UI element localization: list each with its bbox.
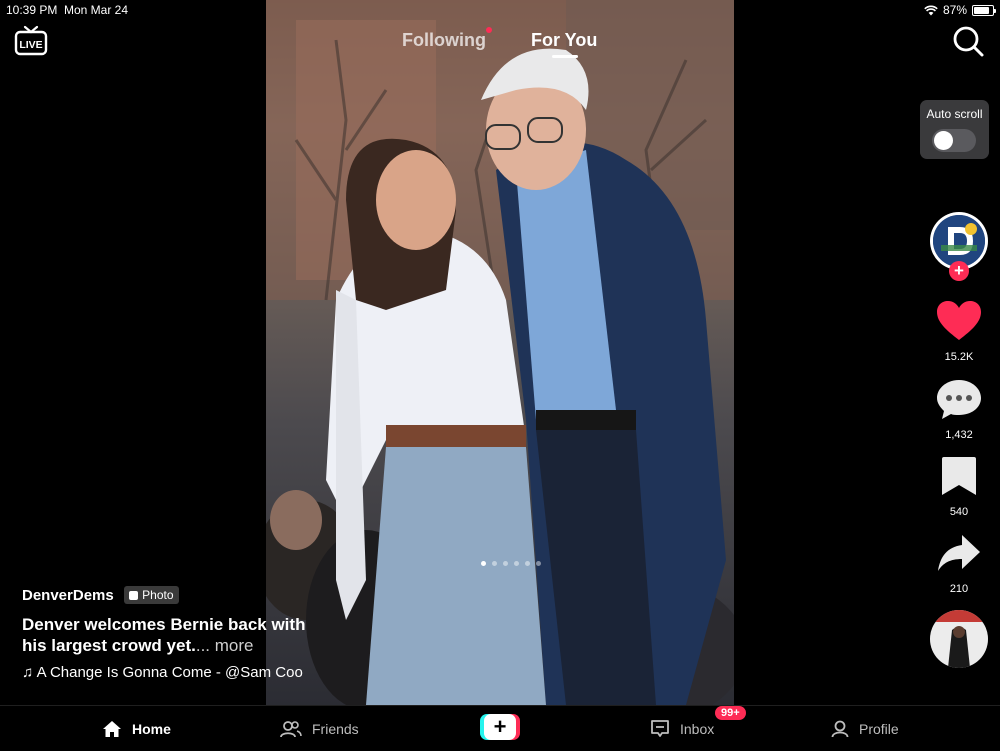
post-description[interactable]: Denver welcomes Bernie back with his lar… <box>22 614 322 656</box>
save-count: 540 <box>949 506 969 518</box>
live-button[interactable]: LIVE <box>14 24 48 58</box>
music-disc[interactable] <box>930 610 988 668</box>
follow-plus-button[interactable]: + <box>949 261 969 281</box>
inbox-icon <box>651 719 669 737</box>
nav-friends[interactable]: Friends <box>280 706 359 751</box>
status-time: 10:39 PM <box>6 3 58 17</box>
carousel-dot <box>481 561 486 566</box>
battery-icon <box>972 4 996 16</box>
following-notification-dot <box>486 27 492 33</box>
avatar-image <box>933 215 985 267</box>
photo-badge: Photo <box>124 586 179 604</box>
carousel-dot <box>492 561 497 566</box>
caption-header: DenverDems Photo <box>22 586 322 604</box>
friends-icon <box>280 720 302 737</box>
auto-scroll-label: Auto scroll <box>926 107 983 121</box>
create-button[interactable]: + <box>480 714 520 740</box>
carousel-dot <box>503 561 508 566</box>
auto-scroll-toggle[interactable] <box>932 129 976 152</box>
nav-home-label: Home <box>132 720 171 737</box>
plus-icon: + <box>484 714 516 740</box>
battery-percent: 87% <box>942 3 967 17</box>
bookmark-icon <box>942 457 976 495</box>
tab-following[interactable]: Following <box>402 30 486 51</box>
heart-icon <box>937 301 981 340</box>
carousel-dot <box>536 561 541 566</box>
photo-illustration <box>266 0 734 705</box>
status-date: Mon Mar 24 <box>64 3 129 17</box>
comment-icon <box>937 380 981 419</box>
live-tv-icon: LIVE <box>14 25 48 56</box>
search-button[interactable] <box>951 24 985 58</box>
music-info[interactable]: ♫ A Change Is Gonna Come - @Sam Coo <box>22 664 322 681</box>
home-icon <box>103 720 121 737</box>
music-title: A Change Is Gonna Come - @Sam Coo <box>36 664 303 682</box>
nav-profile-label: Profile <box>859 720 899 737</box>
denver-dems-logo-icon <box>933 215 985 267</box>
nav-profile[interactable]: Profile <box>831 706 899 751</box>
comment-button[interactable]: 1,432 <box>930 378 988 441</box>
post-photo[interactable] <box>266 0 734 705</box>
wifi-icon <box>924 4 938 15</box>
nav-inbox-label: Inbox <box>680 720 715 737</box>
inbox-badge: 99+ <box>715 706 746 720</box>
toggle-knob <box>934 131 953 150</box>
live-label: LIVE <box>19 39 42 51</box>
active-tab-indicator <box>552 55 578 58</box>
more-link[interactable]: ... more <box>196 636 254 655</box>
nav-friends-label: Friends <box>312 720 359 737</box>
search-icon <box>953 26 984 57</box>
bottom-nav: Home Friends + Inbox 99+ Profile <box>0 705 1000 751</box>
post-caption: DenverDems Photo Denver welcomes Bernie … <box>22 586 322 681</box>
status-right: 87% <box>924 3 996 17</box>
carousel-dot <box>525 561 530 566</box>
save-button[interactable]: 540 <box>930 455 988 518</box>
description-text: Denver welcomes Bernie back with his lar… <box>22 615 306 656</box>
auto-scroll-panel: Auto scroll <box>920 100 989 159</box>
like-button[interactable]: 15.2K <box>930 300 988 363</box>
carousel-indicator <box>481 561 541 566</box>
photo-mode-icon <box>129 591 139 600</box>
share-button[interactable]: 210 <box>930 532 988 595</box>
like-count: 15.2K <box>944 351 974 363</box>
album-art-icon <box>930 610 988 668</box>
photo-badge-label: Photo <box>142 588 174 602</box>
nav-home[interactable]: Home <box>102 706 171 751</box>
share-arrow-icon <box>938 535 980 571</box>
music-note-icon: ♫ <box>22 664 34 682</box>
nav-inbox[interactable]: Inbox <box>650 706 714 751</box>
creator-username[interactable]: DenverDems <box>22 587 114 604</box>
profile-icon <box>831 720 849 737</box>
comment-count: 1,432 <box>945 429 973 441</box>
carousel-dot <box>514 561 519 566</box>
share-count: 210 <box>949 583 969 595</box>
tab-for-you[interactable]: For You <box>531 30 597 51</box>
